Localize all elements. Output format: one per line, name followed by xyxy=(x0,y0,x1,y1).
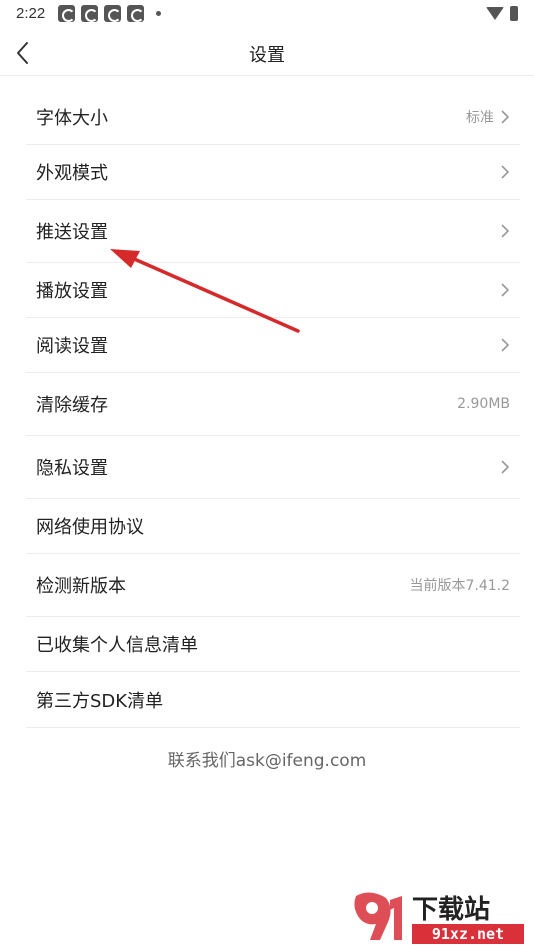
status-bar: 2:22 xyxy=(0,0,534,30)
settings-item-clear-cache[interactable]: 清除缓存 2.90MB xyxy=(26,373,520,436)
settings-item-collected-info[interactable]: 已收集个人信息清单 xyxy=(26,617,520,672)
settings-item-network-agreement[interactable]: 网络使用协议 xyxy=(26,499,520,554)
battery-icon xyxy=(510,6,518,21)
settings-item-reading[interactable]: 阅读设置 xyxy=(26,318,520,373)
page-title: 设置 xyxy=(249,45,285,66)
settings-item-third-party-sdk[interactable]: 第三方SDK清单 xyxy=(26,672,520,728)
settings-list: 字体大小 标准 外观模式 推送设置 播放设置 阅读设置 清除缓存 2.90MB xyxy=(26,90,520,728)
settings-item-right xyxy=(500,338,510,352)
settings-item-right: 2.90MB xyxy=(457,396,510,412)
settings-item-label: 隐私设置 xyxy=(36,458,108,479)
settings-item-label: 外观模式 xyxy=(36,163,108,184)
settings-item-label: 网络使用协议 xyxy=(36,517,144,538)
contact-link[interactable]: 联系我们ask@ifeng.com xyxy=(0,746,534,771)
settings-item-push[interactable]: 推送设置 xyxy=(26,200,520,263)
settings-item-label: 播放设置 xyxy=(36,281,108,302)
notification-app-icon xyxy=(127,5,144,22)
settings-item-label: 检测新版本 xyxy=(36,576,126,597)
settings-item-privacy[interactable]: 隐私设置 xyxy=(26,436,520,499)
cache-size-value: 2.90MB xyxy=(457,396,510,412)
watermark-domain: 91xz.net xyxy=(432,925,504,943)
chevron-right-icon xyxy=(501,338,510,352)
settings-item-playback[interactable]: 播放设置 xyxy=(26,263,520,318)
current-version-value: 当前版本7.41.2 xyxy=(409,578,510,594)
settings-item-right: 当前版本7.41.2 xyxy=(409,575,510,595)
chevron-right-icon xyxy=(501,224,510,238)
settings-item-label: 字体大小 xyxy=(36,108,108,129)
notification-app-icon xyxy=(58,5,75,22)
wifi-icon xyxy=(486,7,504,20)
chevron-right-icon xyxy=(501,460,510,474)
settings-item-label: 阅读设置 xyxy=(36,336,108,357)
chevron-right-icon xyxy=(501,165,510,179)
settings-item-right xyxy=(500,165,510,179)
settings-item-check-update[interactable]: 检测新版本 当前版本7.41.2 xyxy=(26,554,520,617)
chevron-right-icon xyxy=(501,283,510,297)
watermark-title: 下载站 xyxy=(412,895,490,925)
notification-app-icon xyxy=(104,5,121,22)
settings-item-label: 第三方SDK清单 xyxy=(36,690,164,712)
settings-item-right: 标准 xyxy=(466,107,510,127)
notification-icons xyxy=(58,5,161,22)
chevron-right-icon xyxy=(501,110,510,124)
notification-app-icon xyxy=(81,5,98,22)
watermark-logo: 下载站 91xz.net xyxy=(354,892,524,944)
settings-item-font-size[interactable]: 字体大小 标准 xyxy=(26,90,520,145)
settings-item-appearance[interactable]: 外观模式 xyxy=(26,145,520,200)
more-notifications-dot-icon xyxy=(156,11,161,16)
settings-item-label: 清除缓存 xyxy=(36,395,108,416)
settings-item-label: 推送设置 xyxy=(36,222,108,243)
header-bar: 设置 xyxy=(0,30,534,76)
settings-item-right xyxy=(500,460,510,474)
status-time: 2:22 xyxy=(16,5,46,22)
settings-item-right xyxy=(500,224,510,238)
font-size-value: 标准 xyxy=(466,110,494,126)
status-right xyxy=(486,6,518,21)
settings-item-right xyxy=(500,283,510,297)
settings-item-label: 已收集个人信息清单 xyxy=(36,635,198,656)
